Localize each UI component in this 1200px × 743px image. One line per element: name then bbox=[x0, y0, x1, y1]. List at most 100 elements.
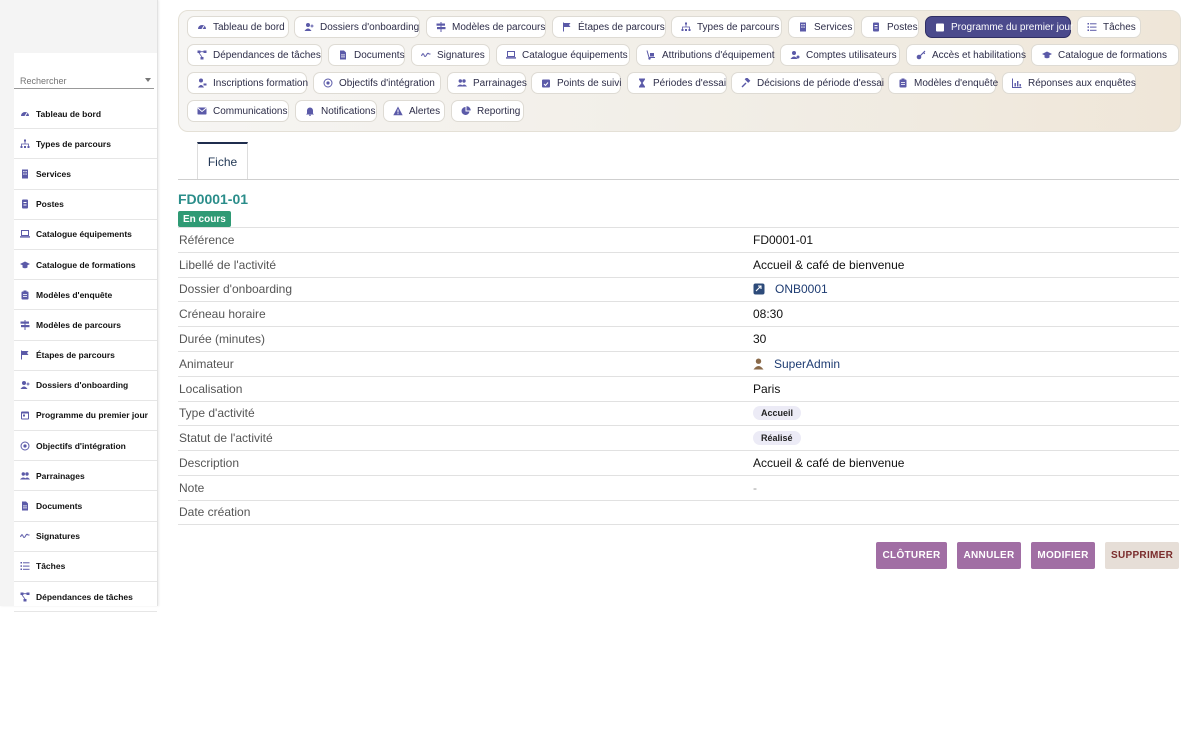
field-label: Créneau horaire bbox=[179, 307, 266, 322]
search-input[interactable] bbox=[14, 76, 140, 86]
detail-row: Durée (minutes) 30 bbox=[178, 326, 1179, 351]
nav-chip-label: Tâches bbox=[1103, 21, 1136, 33]
nav-chip[interactable]: Réponses aux enquêtes bbox=[1002, 72, 1136, 94]
nav-chip[interactable]: Points de suivi bbox=[531, 72, 621, 94]
nav-chip[interactable]: Périodes d'essai bbox=[627, 72, 727, 94]
sidebar-item[interactable]: Dossiers d'onboarding bbox=[14, 371, 157, 401]
sidebar-item[interactable]: Tâches bbox=[14, 552, 157, 582]
cancel-button[interactable]: ANNULER bbox=[957, 542, 1021, 569]
calendar-day-icon bbox=[935, 22, 945, 33]
search-box[interactable] bbox=[14, 71, 154, 89]
field-value[interactable]: SuperAdmin bbox=[753, 357, 840, 371]
record-link[interactable]: ONB0001 bbox=[775, 282, 828, 296]
field-label: Libellé de l'activité bbox=[179, 257, 277, 272]
nav-chip[interactable]: Postes bbox=[861, 16, 919, 38]
nav-chip[interactable]: Décisions de période d'essai bbox=[731, 72, 884, 94]
sidebar-item-label: Programme du premier jour bbox=[36, 410, 148, 421]
field-label: Statut de l'activité bbox=[179, 431, 273, 446]
sidebar-item[interactable]: Catalogue équipements bbox=[14, 220, 157, 250]
sidebar-item[interactable]: Modèles de parcours bbox=[14, 310, 157, 341]
field-value: Réalisé bbox=[753, 431, 801, 446]
nav-chip[interactable]: Notifications bbox=[295, 100, 377, 122]
signpost-icon bbox=[436, 22, 446, 33]
nav-chip[interactable]: Étapes de parcours bbox=[552, 16, 666, 38]
nav-chip[interactable]: Attributions d'équipement bbox=[636, 44, 775, 66]
nav-chip[interactable]: Reporting bbox=[451, 100, 524, 122]
detail-row: Dossier d'onboarding ONB0001 bbox=[178, 276, 1179, 302]
record-link[interactable]: SuperAdmin bbox=[774, 357, 840, 371]
sitemap-icon bbox=[681, 22, 691, 33]
building-icon bbox=[20, 169, 30, 179]
detail-row: Type d'activité Accueil bbox=[178, 400, 1179, 426]
status-badge: En cours bbox=[178, 211, 231, 227]
caret-down-icon[interactable] bbox=[145, 78, 151, 82]
sidebar-item[interactable]: Documents bbox=[14, 491, 157, 522]
value-badge: Accueil bbox=[753, 406, 802, 421]
field-value: 30 bbox=[753, 332, 766, 346]
sidebar-item[interactable]: Services bbox=[14, 159, 157, 190]
nav-chip[interactable]: Catalogue de formations bbox=[1031, 44, 1179, 66]
nav-chip[interactable]: Comptes utilisateurs bbox=[780, 44, 900, 66]
nav-chip-label: Documents bbox=[354, 49, 405, 61]
nav-chip[interactable]: Catalogue équipements bbox=[496, 44, 630, 66]
sidebar-item-label: Modèles d'enquête bbox=[36, 289, 113, 300]
pie-chart-icon bbox=[461, 106, 471, 117]
nav-chip[interactable]: Tâches bbox=[1077, 16, 1141, 38]
nav-chip-label: Dossiers d'onboarding bbox=[320, 21, 420, 33]
sidebar-item[interactable]: Parrainages bbox=[14, 461, 157, 492]
sidebar-item[interactable]: Types de parcours bbox=[14, 129, 157, 160]
sidebar-item[interactable]: Programme du premier jour bbox=[14, 401, 157, 432]
detail-row: Créneau horaire 08:30 bbox=[178, 301, 1179, 326]
nav-chip[interactable]: Types de parcours bbox=[671, 16, 782, 38]
nav-chip[interactable]: Programme du premier jour bbox=[925, 16, 1073, 38]
list-check-icon bbox=[20, 561, 30, 571]
nav-chip[interactable]: Objectifs d'intégration bbox=[313, 72, 441, 94]
nav-chip-label: Périodes d'essai bbox=[653, 77, 727, 89]
nav-chip[interactable]: Modèles de parcours bbox=[426, 16, 546, 38]
tab-fiche[interactable]: Fiche bbox=[197, 142, 248, 179]
nav-chip[interactable]: Accès et habilitations bbox=[906, 44, 1026, 66]
delete-button[interactable]: SUPPRIMER bbox=[1105, 542, 1179, 569]
value-text: Paris bbox=[753, 381, 781, 396]
users-icon bbox=[457, 78, 467, 89]
field-label: Localisation bbox=[179, 381, 243, 396]
sidebar-item[interactable]: Objectifs d'intégration bbox=[14, 431, 157, 462]
sidebar-item[interactable]: Signatures bbox=[14, 522, 157, 552]
users-icon bbox=[20, 471, 30, 481]
value-text: 30 bbox=[753, 332, 767, 347]
sidebar-item-label: Services bbox=[36, 168, 71, 179]
nav-chip-label: Notifications bbox=[321, 105, 376, 117]
flag-icon bbox=[20, 350, 30, 360]
field-label: Référence bbox=[179, 232, 235, 247]
nav-chip[interactable]: Tableau de bord bbox=[187, 16, 289, 38]
nav-chip-label: Décisions de période d'essai bbox=[757, 77, 884, 89]
nav-chip[interactable]: Alertes bbox=[383, 100, 445, 122]
nav-chip-label: Services bbox=[814, 21, 853, 33]
value-text: Accueil & café de bienvenue bbox=[753, 257, 905, 272]
nav-chip[interactable]: Inscriptions formation bbox=[187, 72, 308, 94]
nav-chip-label: Accès et habilitations bbox=[932, 49, 1026, 61]
sidebar-item[interactable]: Tableau de bord bbox=[14, 99, 157, 130]
nav-chip[interactable]: Parrainages bbox=[447, 72, 527, 94]
field-value: 08:30 bbox=[753, 307, 783, 321]
nav-chip-label: Alertes bbox=[409, 105, 441, 117]
graduation-cap-icon bbox=[20, 260, 30, 270]
sidebar-item[interactable]: Dépendances de tâches bbox=[14, 582, 157, 613]
sidebar-item[interactable]: Modèles d'enquête bbox=[14, 280, 157, 311]
nav-chip[interactable]: Services bbox=[788, 16, 855, 38]
nav-chip[interactable]: Modèles d'enquête bbox=[888, 72, 998, 94]
sidebar-item[interactable]: Catalogue de formations bbox=[14, 250, 157, 281]
nav-chip[interactable]: Communications bbox=[187, 100, 289, 122]
record-title: FD0001-01 bbox=[178, 191, 249, 207]
field-value[interactable]: ONB0001 bbox=[753, 282, 828, 296]
close-button[interactable]: CLÔTURER bbox=[876, 542, 947, 569]
nav-chip[interactable]: Signatures bbox=[411, 44, 490, 66]
sidebar-item[interactable]: Étapes de parcours bbox=[14, 341, 157, 371]
nav-chip[interactable]: Documents bbox=[328, 44, 405, 66]
detail-row: Animateur SuperAdmin bbox=[178, 350, 1179, 376]
file-icon bbox=[20, 501, 30, 511]
nav-chip[interactable]: Dossiers d'onboarding bbox=[294, 16, 420, 38]
nav-chip[interactable]: Dépendances de tâches bbox=[187, 44, 322, 66]
sidebar-item[interactable]: Postes bbox=[14, 190, 157, 220]
edit-button[interactable]: MODIFIER bbox=[1031, 542, 1095, 569]
